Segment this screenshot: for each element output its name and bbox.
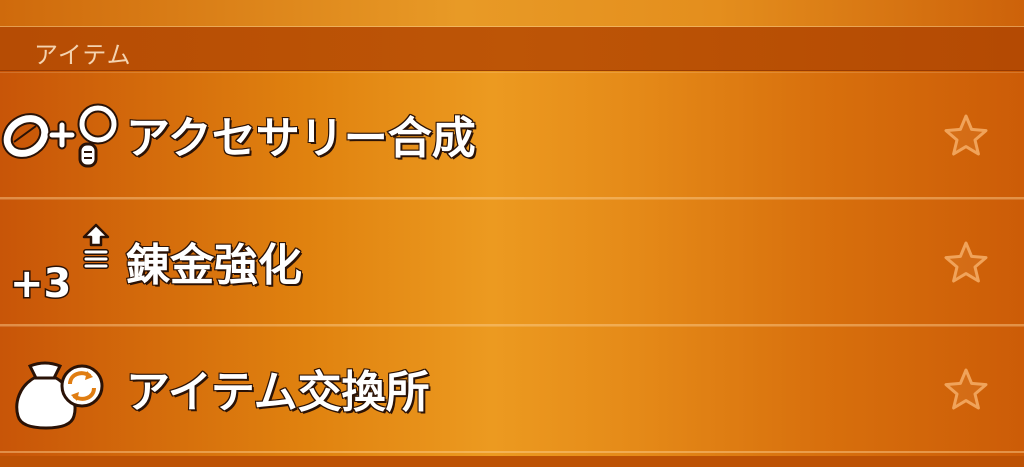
menu-item-label: アイテム交換所	[125, 366, 431, 419]
item-exchange-bag-icon	[0, 344, 122, 434]
menu-item-accessory-synthesis[interactable]: アクセサリー合成	[0, 72, 1024, 199]
section-header: アイテム	[0, 27, 1024, 71]
bottom-edge-strip	[0, 456, 1024, 467]
accessory-synthesis-icon	[0, 90, 122, 180]
menu-item-alchemy-upgrade[interactable]: +3 錬金強化	[0, 199, 1024, 326]
alchemy-upgrade-icon: +3	[0, 217, 122, 309]
menu-item-label: 錬金強化	[125, 239, 303, 292]
screen: アイテム アクセサリー合成 +3 錬金強化 アイテム交換所	[0, 0, 1024, 467]
menu-item-label: アクセサリー合成	[125, 112, 477, 165]
menu-item-item-exchange[interactable]: アイテム交換所	[0, 326, 1024, 453]
top-edge-strip	[0, 0, 1024, 27]
favorite-star-icon[interactable]	[942, 239, 990, 287]
svg-text:+3: +3	[10, 261, 71, 307]
favorite-star-icon[interactable]	[942, 366, 990, 414]
section-title: アイテム	[34, 41, 132, 69]
favorite-star-icon[interactable]	[942, 112, 990, 160]
